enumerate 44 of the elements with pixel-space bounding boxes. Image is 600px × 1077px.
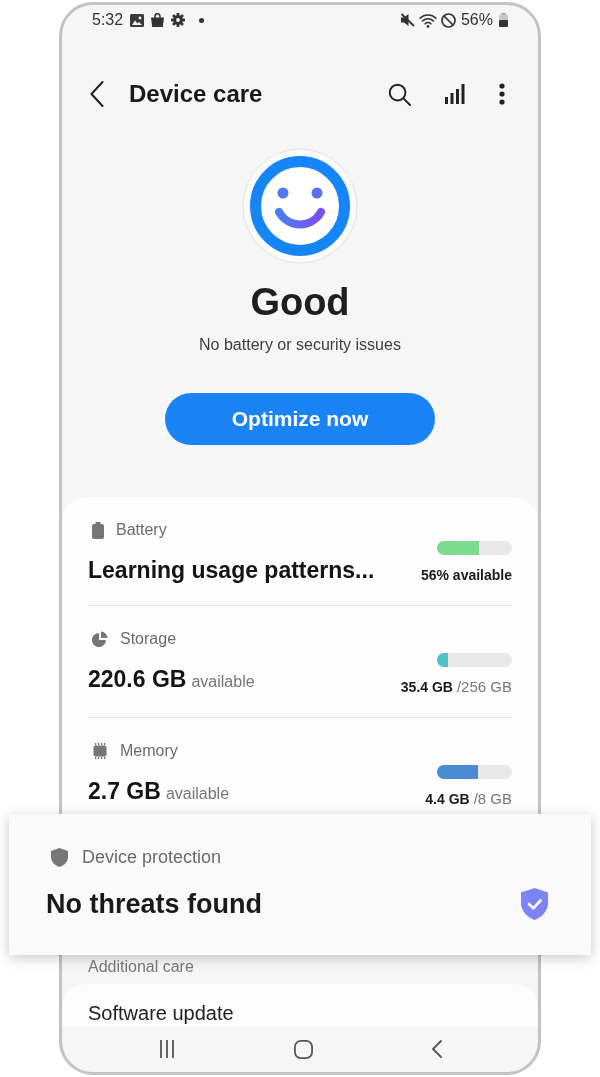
resource-value: Learning usage patterns... [88, 556, 375, 584]
circle-slash-icon [440, 12, 456, 28]
home-icon[interactable] [293, 1039, 313, 1059]
dot-icon [199, 17, 205, 23]
recents-icon[interactable] [158, 1040, 175, 1058]
resource-value: 220.6 GB [88, 665, 187, 693]
status-time: 5:32 [92, 11, 124, 29]
protection-status: No threats found [46, 888, 262, 920]
resource-label: Memory [120, 742, 178, 760]
back-icon[interactable] [431, 1040, 442, 1058]
resource-label: Battery [116, 521, 167, 539]
muted-speaker-icon [399, 13, 415, 27]
section-heading: Additional care [87, 957, 195, 977]
page-title: Device care [129, 80, 264, 108]
battery-icon [92, 521, 104, 539]
gear-icon [171, 13, 186, 27]
unit-label: available [191, 672, 255, 692]
pie-chart-icon [92, 631, 108, 647]
status-heading: Good [250, 280, 350, 325]
resource-label: Storage [120, 630, 177, 648]
more-icon[interactable] [499, 83, 505, 105]
optimize-button[interactable]: Optimize now [165, 393, 435, 445]
back-icon[interactable] [90, 81, 104, 107]
shield-check-icon [521, 888, 548, 920]
chip-icon [92, 743, 108, 759]
search-icon[interactable] [388, 82, 411, 106]
resource-value: 2.7 GB [88, 777, 161, 805]
battery-icon [499, 13, 508, 27]
signal-bars-icon[interactable] [445, 84, 465, 104]
usage-reading: 56% available [420, 566, 512, 584]
shopping-bag-icon [151, 13, 165, 27]
used-amount: 4.4 GB [425, 790, 470, 808]
used-amount: 35.4 GB [400, 678, 453, 696]
smiley-face-icon [242, 148, 358, 264]
image-icon [130, 13, 145, 27]
total-amount: /8 GB [473, 790, 512, 808]
total-amount: /256 GB [456, 678, 512, 696]
wifi-icon [418, 12, 437, 28]
protection-label: Device protection [82, 846, 222, 868]
shield-icon [51, 847, 68, 867]
status-subtitle: No battery or security issues [199, 335, 401, 355]
battery-percent: 56% [460, 11, 493, 29]
unit-label: available [165, 784, 230, 804]
list-item[interactable]: Software update [62, 984, 538, 1026]
